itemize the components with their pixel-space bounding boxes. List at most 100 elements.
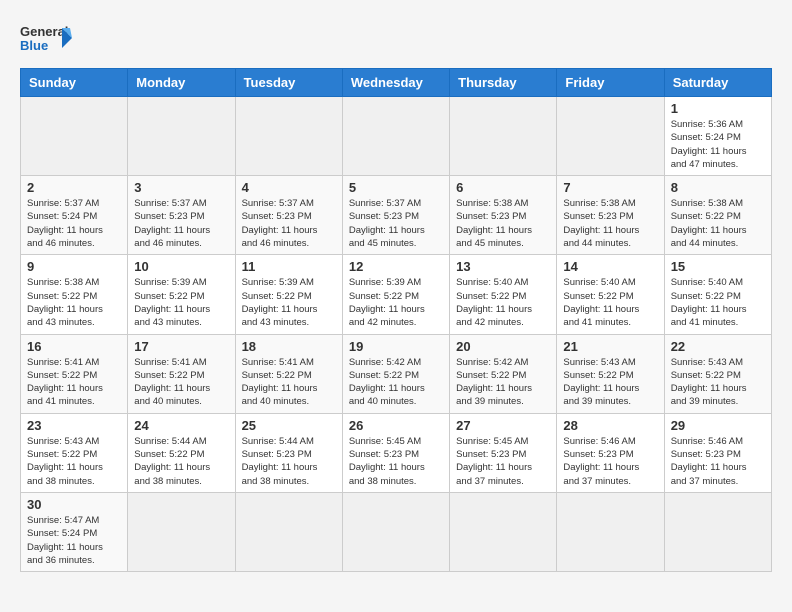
day-info: Sunrise: 5:43 AM Sunset: 5:22 PM Dayligh… bbox=[563, 356, 657, 409]
calendar-cell: 12 Sunrise: 5:39 AM Sunset: 5:22 PM Dayli… bbox=[342, 255, 449, 334]
weekday-header-friday: Friday bbox=[557, 69, 664, 97]
day-info: Sunrise: 5:47 AM Sunset: 5:24 PM Dayligh… bbox=[27, 514, 121, 567]
day-info: Sunrise: 5:43 AM Sunset: 5:22 PM Dayligh… bbox=[27, 435, 121, 488]
calendar-week-row: 9 Sunrise: 5:38 AM Sunset: 5:22 PM Daylig… bbox=[21, 255, 772, 334]
calendar-cell: 26 Sunrise: 5:45 AM Sunset: 5:23 PM Dayli… bbox=[342, 413, 449, 492]
calendar-cell: 18Sunrise: 5:41 AM Sunset: 5:22 PM Dayli… bbox=[235, 334, 342, 413]
day-number: 14 bbox=[563, 259, 657, 274]
calendar-week-row: 30 Sunrise: 5:47 AM Sunset: 5:24 PM Dayli… bbox=[21, 492, 772, 571]
calendar-cell: 1Sunrise: 5:36 AM Sunset: 5:24 PM Daylig… bbox=[664, 97, 771, 176]
calendar-cell: 15Sunrise: 5:40 AM Sunset: 5:22 PM Dayli… bbox=[664, 255, 771, 334]
day-info: Sunrise: 5:40 AM Sunset: 5:22 PM Dayligh… bbox=[563, 276, 657, 329]
day-number: 26 bbox=[349, 418, 443, 433]
day-info: Sunrise: 5:37 AM Sunset: 5:24 PM Dayligh… bbox=[27, 197, 121, 250]
day-info: Sunrise: 5:44 AM Sunset: 5:23 PM Dayligh… bbox=[242, 435, 336, 488]
weekday-header-saturday: Saturday bbox=[664, 69, 771, 97]
day-number: 23 bbox=[27, 418, 121, 433]
weekday-header-monday: Monday bbox=[128, 69, 235, 97]
day-info: Sunrise: 5:39 AM Sunset: 5:22 PM Dayligh… bbox=[349, 276, 443, 329]
calendar-cell: 9 Sunrise: 5:38 AM Sunset: 5:22 PM Daylig… bbox=[21, 255, 128, 334]
day-number: 7 bbox=[563, 180, 657, 195]
day-number: 5 bbox=[349, 180, 443, 195]
day-info: Sunrise: 5:37 AM Sunset: 5:23 PM Dayligh… bbox=[349, 197, 443, 250]
day-info: Sunrise: 5:37 AM Sunset: 5:23 PM Dayligh… bbox=[242, 197, 336, 250]
day-number: 25 bbox=[242, 418, 336, 433]
day-info: Sunrise: 5:44 AM Sunset: 5:22 PM Dayligh… bbox=[134, 435, 228, 488]
calendar-cell: 28 Sunrise: 5:46 AM Sunset: 5:23 PM Dayli… bbox=[557, 413, 664, 492]
calendar-cell: 23 Sunrise: 5:43 AM Sunset: 5:22 PM Dayli… bbox=[21, 413, 128, 492]
day-number: 11 bbox=[242, 259, 336, 274]
day-number: 13 bbox=[456, 259, 550, 274]
calendar-cell: 16 Sunrise: 5:41 AM Sunset: 5:22 PM Dayli… bbox=[21, 334, 128, 413]
day-number: 2 bbox=[27, 180, 121, 195]
day-number: 24 bbox=[134, 418, 228, 433]
svg-text:Blue: Blue bbox=[20, 38, 48, 53]
day-number: 21 bbox=[563, 339, 657, 354]
day-number: 16 bbox=[27, 339, 121, 354]
calendar-cell: 22Sunrise: 5:43 AM Sunset: 5:22 PM Dayli… bbox=[664, 334, 771, 413]
day-info: Sunrise: 5:42 AM Sunset: 5:22 PM Dayligh… bbox=[349, 356, 443, 409]
calendar-cell: 8Sunrise: 5:38 AM Sunset: 5:22 PM Daylig… bbox=[664, 176, 771, 255]
calendar-cell: 24 Sunrise: 5:44 AM Sunset: 5:22 PM Dayli… bbox=[128, 413, 235, 492]
day-info: Sunrise: 5:46 AM Sunset: 5:23 PM Dayligh… bbox=[563, 435, 657, 488]
calendar-cell bbox=[557, 97, 664, 176]
day-number: 3 bbox=[134, 180, 228, 195]
day-info: Sunrise: 5:45 AM Sunset: 5:23 PM Dayligh… bbox=[349, 435, 443, 488]
day-number: 28 bbox=[563, 418, 657, 433]
day-info: Sunrise: 5:41 AM Sunset: 5:22 PM Dayligh… bbox=[242, 356, 336, 409]
calendar-cell bbox=[342, 492, 449, 571]
day-number: 1 bbox=[671, 101, 765, 116]
calendar-cell: 4 Sunrise: 5:37 AM Sunset: 5:23 PM Daylig… bbox=[235, 176, 342, 255]
calendar-cell: 27Sunrise: 5:45 AM Sunset: 5:23 PM Dayli… bbox=[450, 413, 557, 492]
calendar-cell bbox=[450, 492, 557, 571]
weekday-header-row: SundayMondayTuesdayWednesdayThursdayFrid… bbox=[21, 69, 772, 97]
calendar-cell: 13 Sunrise: 5:40 AM Sunset: 5:22 PM Dayli… bbox=[450, 255, 557, 334]
weekday-header-tuesday: Tuesday bbox=[235, 69, 342, 97]
day-info: Sunrise: 5:37 AM Sunset: 5:23 PM Dayligh… bbox=[134, 197, 228, 250]
day-info: Sunrise: 5:40 AM Sunset: 5:22 PM Dayligh… bbox=[456, 276, 550, 329]
calendar-cell: 5 Sunrise: 5:37 AM Sunset: 5:23 PM Daylig… bbox=[342, 176, 449, 255]
day-info: Sunrise: 5:39 AM Sunset: 5:22 PM Dayligh… bbox=[134, 276, 228, 329]
calendar-cell: 20 Sunrise: 5:42 AM Sunset: 5:22 PM Dayli… bbox=[450, 334, 557, 413]
day-number: 19 bbox=[349, 339, 443, 354]
day-number: 12 bbox=[349, 259, 443, 274]
weekday-header-wednesday: Wednesday bbox=[342, 69, 449, 97]
day-number: 4 bbox=[242, 180, 336, 195]
day-number: 17 bbox=[134, 339, 228, 354]
day-info: Sunrise: 5:45 AM Sunset: 5:23 PM Dayligh… bbox=[456, 435, 550, 488]
day-info: Sunrise: 5:38 AM Sunset: 5:23 PM Dayligh… bbox=[563, 197, 657, 250]
calendar-cell bbox=[557, 492, 664, 571]
calendar-cell bbox=[450, 97, 557, 176]
calendar-week-row: 1Sunrise: 5:36 AM Sunset: 5:24 PM Daylig… bbox=[21, 97, 772, 176]
calendar-cell: 10 Sunrise: 5:39 AM Sunset: 5:22 PM Dayli… bbox=[128, 255, 235, 334]
svg-text:General: General bbox=[20, 24, 68, 39]
logo-icon: General Blue bbox=[20, 20, 72, 58]
day-info: Sunrise: 5:41 AM Sunset: 5:22 PM Dayligh… bbox=[134, 356, 228, 409]
calendar-cell: 17 Sunrise: 5:41 AM Sunset: 5:22 PM Dayli… bbox=[128, 334, 235, 413]
calendar-week-row: 16 Sunrise: 5:41 AM Sunset: 5:22 PM Dayli… bbox=[21, 334, 772, 413]
day-number: 6 bbox=[456, 180, 550, 195]
calendar-cell bbox=[235, 97, 342, 176]
day-number: 29 bbox=[671, 418, 765, 433]
day-info: Sunrise: 5:38 AM Sunset: 5:22 PM Dayligh… bbox=[27, 276, 121, 329]
day-info: Sunrise: 5:39 AM Sunset: 5:22 PM Dayligh… bbox=[242, 276, 336, 329]
day-number: 30 bbox=[27, 497, 121, 512]
day-info: Sunrise: 5:41 AM Sunset: 5:22 PM Dayligh… bbox=[27, 356, 121, 409]
calendar-cell: 2 Sunrise: 5:37 AM Sunset: 5:24 PM Daylig… bbox=[21, 176, 128, 255]
calendar-cell: 7 Sunrise: 5:38 AM Sunset: 5:23 PM Daylig… bbox=[557, 176, 664, 255]
calendar-cell: 19 Sunrise: 5:42 AM Sunset: 5:22 PM Dayli… bbox=[342, 334, 449, 413]
day-number: 20 bbox=[456, 339, 550, 354]
day-info: Sunrise: 5:42 AM Sunset: 5:22 PM Dayligh… bbox=[456, 356, 550, 409]
calendar-week-row: 23 Sunrise: 5:43 AM Sunset: 5:22 PM Dayli… bbox=[21, 413, 772, 492]
day-number: 8 bbox=[671, 180, 765, 195]
calendar-cell: 29 Sunrise: 5:46 AM Sunset: 5:23 PM Dayli… bbox=[664, 413, 771, 492]
calendar-cell: 11 Sunrise: 5:39 AM Sunset: 5:22 PM Dayli… bbox=[235, 255, 342, 334]
page-header: General Blue bbox=[20, 20, 772, 58]
calendar-cell bbox=[664, 492, 771, 571]
calendar-cell: 3 Sunrise: 5:37 AM Sunset: 5:23 PM Daylig… bbox=[128, 176, 235, 255]
day-number: 9 bbox=[27, 259, 121, 274]
calendar-cell: 30 Sunrise: 5:47 AM Sunset: 5:24 PM Dayli… bbox=[21, 492, 128, 571]
day-info: Sunrise: 5:46 AM Sunset: 5:23 PM Dayligh… bbox=[671, 435, 765, 488]
calendar-cell bbox=[128, 97, 235, 176]
day-number: 10 bbox=[134, 259, 228, 274]
